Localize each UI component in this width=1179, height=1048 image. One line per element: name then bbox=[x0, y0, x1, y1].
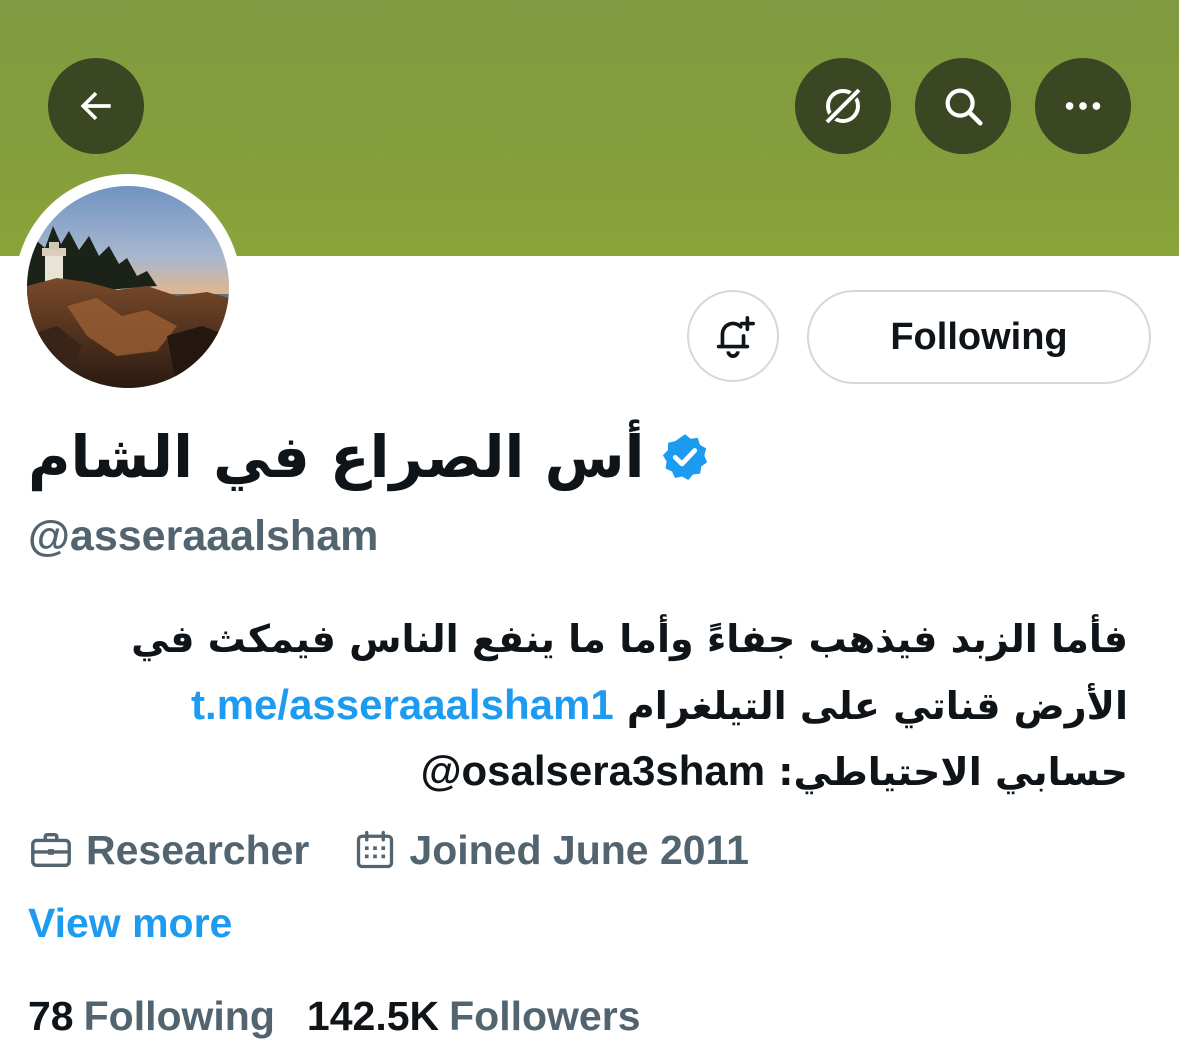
following-stat[interactable]: 78 Following bbox=[28, 993, 275, 1040]
name-row: أس الصراع في الشام bbox=[28, 412, 711, 502]
joined-item: Joined June 2011 bbox=[353, 827, 749, 874]
bio: فأما الزبد فيذهب جفاءً وأما ما ينفع النا… bbox=[28, 606, 1128, 804]
more-dots-icon bbox=[1065, 102, 1101, 110]
backup-account-mention[interactable]: @osalsera3sham bbox=[421, 747, 766, 794]
briefcase-icon bbox=[31, 832, 71, 868]
arrow-left-icon bbox=[80, 91, 111, 121]
search-icon bbox=[945, 88, 983, 126]
more-button[interactable] bbox=[1035, 58, 1131, 154]
calendar-icon bbox=[357, 830, 394, 869]
view-more-link[interactable]: View more bbox=[28, 900, 232, 947]
user-handle: @asseraaalsham bbox=[28, 512, 379, 560]
telegram-link[interactable]: t.me/asseraaalsham1 bbox=[191, 681, 614, 728]
bio-line-3: حسابي الاحتياطي: @osalsera3sham bbox=[28, 738, 1128, 804]
bio-text: الأرض قناتي على التيلغرام bbox=[626, 684, 1128, 728]
following-label: Following bbox=[83, 992, 275, 1039]
profile-meta: Researcher Joined June 2011 bbox=[28, 822, 793, 878]
joined-date: Joined June 2011 bbox=[409, 826, 749, 873]
followers-label: Followers bbox=[449, 992, 641, 1039]
notifications-button[interactable] bbox=[687, 290, 779, 382]
verified-badge-icon bbox=[662, 434, 707, 480]
profession-item: Researcher bbox=[28, 827, 309, 874]
avatar[interactable] bbox=[27, 186, 229, 388]
avatar-frame bbox=[15, 174, 241, 400]
follow-stats: 78 Following 142.5K Followers bbox=[28, 988, 673, 1044]
back-button[interactable] bbox=[48, 58, 144, 154]
search-button[interactable] bbox=[915, 58, 1011, 154]
following-button[interactable]: Following bbox=[807, 290, 1151, 384]
grok-icon bbox=[822, 85, 864, 127]
profession-label: Researcher bbox=[86, 826, 310, 873]
bell-plus-icon bbox=[716, 315, 755, 358]
bio-line-2: الأرض قناتي على التيلغرام t.me/asseraaal… bbox=[28, 672, 1128, 738]
grok-button[interactable] bbox=[795, 58, 891, 154]
followers-count: 142.5K bbox=[306, 992, 440, 1039]
following-count: 78 bbox=[28, 992, 74, 1039]
avatar-image bbox=[27, 186, 229, 388]
followers-stat[interactable]: 142.5K Followers bbox=[307, 993, 641, 1040]
bio-line-1: فأما الزبد فيذهب جفاءً وأما ما ينفع النا… bbox=[131, 617, 1128, 661]
display-name: أس الصراع في الشام bbox=[28, 423, 645, 491]
backup-account-label: حسابي الاحتياطي: bbox=[778, 750, 1128, 794]
